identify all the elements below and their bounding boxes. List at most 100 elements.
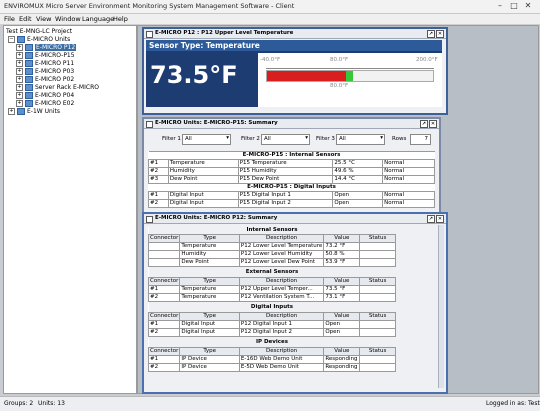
menu-language[interactable]: Language: [82, 15, 114, 23]
sensor-window-title-bar[interactable]: E-MICRO P12 : P12 Upper Level Temperatur…: [144, 29, 446, 39]
expand-icon[interactable]: +: [16, 44, 23, 51]
rows-spinner[interactable]: 7: [410, 134, 431, 145]
close-icon[interactable]: ✕: [436, 215, 444, 223]
tree-item-emicro-p03[interactable]: + E-MICRO P03: [16, 68, 74, 76]
filter3-select[interactable]: All ▾: [336, 134, 385, 145]
tree-item-label: E-MICRO E02: [35, 100, 75, 107]
col-description[interactable]: Description: [238, 234, 325, 243]
table-row[interactable]: #2 Digital Input P15 Digital Input 2 Open No…: [148, 199, 435, 208]
status-login: Logged in as: Test: [486, 400, 540, 407]
tree-item-label: E-MICRO P12: [35, 44, 77, 51]
filter2-value: All: [264, 136, 271, 142]
table-row[interactable]: #3 Dew Point P15 Dew Point 14.4 °C Normal: [148, 175, 435, 184]
filter2-select[interactable]: All ▾: [261, 134, 310, 145]
cell-status: [359, 293, 396, 302]
menu-view[interactable]: View: [36, 15, 51, 23]
rows-label: Rows: [392, 136, 407, 142]
unit-icon: [25, 60, 33, 67]
tree-item-emicro-p12[interactable]: + E-MICRO P12: [16, 44, 77, 52]
menu-help[interactable]: Help: [113, 15, 128, 23]
col-status[interactable]: Status: [359, 277, 396, 286]
col-type[interactable]: Type: [179, 312, 240, 321]
tree-group-label: E-1W Units: [27, 108, 60, 115]
expand-icon[interactable]: +: [16, 76, 23, 83]
col-value[interactable]: Value: [323, 347, 361, 356]
table-row[interactable]: #2 Digital Input P12 Digital Input 2 Open: [147, 328, 396, 337]
tree-item-emicro-p15[interactable]: + E-MICRO-P15: [16, 52, 75, 60]
expand-icon[interactable]: +: [8, 108, 15, 115]
col-connector[interactable]: Connector: [147, 312, 181, 321]
table-row[interactable]: #1 Digital Input P15 Digital Input 1 Open No…: [148, 191, 435, 200]
col-type[interactable]: Type: [179, 234, 240, 243]
menu-file[interactable]: File: [4, 15, 15, 23]
col-value[interactable]: Value: [323, 277, 361, 286]
restore-icon[interactable]: ↗: [427, 30, 435, 38]
sensor-reading: 73.5°F: [150, 61, 238, 89]
table-row[interactable]: #2 Humidity P15 Humidity 49.6 % Normal: [148, 167, 435, 176]
tree-root[interactable]: Test E-MNG-LC Project: [6, 28, 72, 36]
collapse-icon[interactable]: −: [8, 36, 15, 43]
col-status[interactable]: Status: [359, 234, 396, 243]
cell-value: 25.5 °C: [332, 159, 384, 168]
expand-icon[interactable]: +: [16, 92, 23, 99]
tree-item-emicro-p02[interactable]: + E-MICRO P02: [16, 76, 74, 84]
p12-section-external: External Sensors: [148, 266, 396, 278]
table-row[interactable]: #2 IP Device E-5D Web Demo Unit Responding: [147, 363, 396, 372]
close-icon[interactable]: ✕: [429, 120, 437, 128]
col-status[interactable]: Status: [359, 312, 396, 321]
close-button[interactable]: ✕: [522, 1, 534, 11]
col-description[interactable]: Description: [238, 312, 325, 321]
col-description[interactable]: Description: [238, 347, 325, 356]
tree-group-e1w[interactable]: + E-1W Units: [8, 108, 60, 116]
col-type[interactable]: Type: [179, 347, 240, 356]
col-value[interactable]: Value: [323, 312, 361, 321]
expand-icon[interactable]: +: [16, 100, 23, 107]
table-row[interactable]: Temperature P12 Lower Level Temperature 73…: [147, 242, 396, 251]
cell-value: 53.9 °F: [323, 258, 361, 267]
tree-item-server-rack[interactable]: + Server Rack E-MICRO: [16, 84, 99, 92]
menu-window[interactable]: Window: [55, 15, 81, 23]
p12-window-title-bar[interactable]: E-MICRO Units: E-MICRO P12: Summary ↗ ✕: [144, 214, 446, 224]
tree-item-emicro-e02[interactable]: + E-MICRO E02: [16, 100, 74, 108]
filter1-label: Filter 1: [162, 136, 181, 142]
filter1-select[interactable]: All ▾: [182, 134, 231, 145]
cell-status: [359, 363, 396, 372]
minimize-button[interactable]: –: [494, 1, 506, 11]
table-row[interactable]: #1 Digital Input P12 Digital Input 1 Open: [147, 320, 396, 329]
expand-icon[interactable]: +: [16, 84, 23, 91]
expand-icon[interactable]: +: [16, 52, 23, 59]
col-description[interactable]: Description: [238, 277, 325, 286]
close-icon[interactable]: ✕: [436, 30, 444, 38]
col-connector[interactable]: Connector: [147, 234, 181, 243]
dropdown-arrow-icon: ▾: [305, 135, 308, 141]
unit-icon: [25, 44, 33, 51]
maximize-button[interactable]: □: [508, 1, 520, 11]
table-row[interactable]: #1 Temperature P12 Upper Level Temper... 73…: [147, 285, 396, 294]
col-connector[interactable]: Connector: [147, 277, 181, 286]
expand-icon[interactable]: +: [16, 68, 23, 75]
table-row[interactable]: Dew Point P12 Lower Level Dew Point 53.9 °…: [147, 258, 396, 267]
restore-icon[interactable]: ↗: [420, 120, 428, 128]
dropdown-arrow-icon: ▾: [380, 135, 383, 141]
p15-window-title-bar[interactable]: E-MICRO Units: E-MICRO-P15: Summary ↗ ✕: [144, 119, 439, 129]
col-value[interactable]: Value: [323, 234, 361, 243]
filter3-value: All: [339, 136, 346, 142]
project-tree[interactable]: Test E-MNG-LC Project − E-MICRO Units + E-…: [3, 25, 137, 394]
restore-icon[interactable]: ↗: [427, 215, 435, 223]
cell-description: P15 Humidity: [237, 167, 334, 176]
col-connector[interactable]: Connector: [147, 347, 181, 356]
table-row[interactable]: #2 Temperature P12 Ventilation System T...…: [147, 293, 396, 302]
tree-group-emicro[interactable]: − E-MICRO Units: [8, 36, 70, 44]
cell-connector: #1: [147, 355, 181, 364]
col-status[interactable]: Status: [359, 347, 396, 356]
col-type[interactable]: Type: [179, 277, 240, 286]
table-row[interactable]: Humidity P12 Lower Level Humidity 50.8 %: [147, 250, 396, 259]
table-row[interactable]: #1 Temperature P15 Temperature 25.5 °C Norma…: [148, 159, 435, 168]
tree-item-emicro-p11[interactable]: + E-MICRO P11: [16, 60, 74, 68]
p12-scrollbar[interactable]: [438, 225, 444, 388]
table-row[interactable]: #1 IP Device E-16D Web Demo Unit Responding: [147, 355, 396, 364]
menu-edit[interactable]: Edit: [19, 15, 32, 23]
expand-icon[interactable]: +: [16, 60, 23, 67]
tree-item-emicro-p04[interactable]: + E-MICRO P04: [16, 92, 74, 100]
sensor-type-header: Sensor Type: Temperature: [146, 40, 442, 51]
